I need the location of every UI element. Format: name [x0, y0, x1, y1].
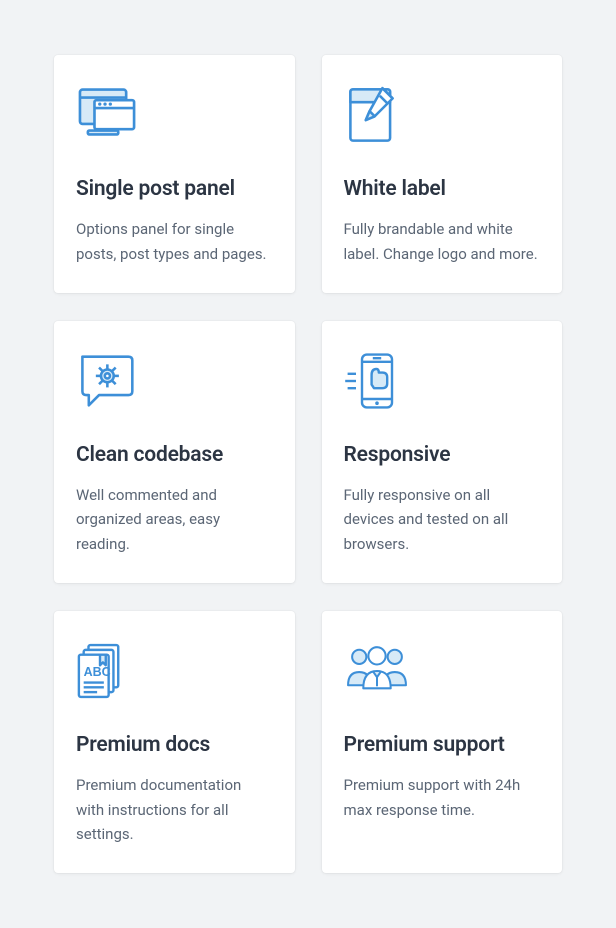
- feature-desc: Options panel for single posts, post typ…: [76, 217, 273, 267]
- mobile-thumb-icon: [344, 349, 541, 415]
- pencil-paper-icon: [344, 83, 541, 149]
- feature-title: White label: [344, 177, 541, 201]
- feature-card-clean-codebase: Clean codebase Well commented and organi…: [54, 321, 295, 583]
- feature-desc: Fully responsive on all devices and test…: [344, 483, 541, 557]
- team-icon: [344, 639, 541, 705]
- chat-gear-icon: [76, 349, 273, 415]
- feature-card-white-label: White label Fully brandable and white la…: [322, 55, 563, 293]
- feature-title: Premium support: [344, 733, 541, 757]
- monitor-icon: [76, 83, 273, 149]
- docs-icon: ABC: [76, 639, 273, 705]
- feature-card-premium-docs: ABC Premium docs Premium documentation w…: [54, 611, 295, 873]
- feature-card-single-post-panel: Single post panel Options panel for sing…: [54, 55, 295, 293]
- feature-title: Clean codebase: [76, 443, 273, 467]
- feature-title: Single post panel: [76, 177, 273, 201]
- feature-desc: Fully brandable and white label. Change …: [344, 217, 541, 267]
- feature-title: Premium docs: [76, 733, 273, 757]
- svg-text:ABC: ABC: [84, 665, 111, 679]
- feature-grid: Single post panel Options panel for sing…: [54, 55, 562, 873]
- feature-desc: Premium support with 24h max response ti…: [344, 773, 541, 823]
- feature-desc: Well commented and organized areas, easy…: [76, 483, 273, 557]
- feature-card-responsive: Responsive Fully responsive on all devic…: [322, 321, 563, 583]
- feature-title: Responsive: [344, 443, 541, 467]
- feature-card-premium-support: Premium support Premium support with 24h…: [322, 611, 563, 873]
- feature-desc: Premium documentation with instructions …: [76, 773, 273, 847]
